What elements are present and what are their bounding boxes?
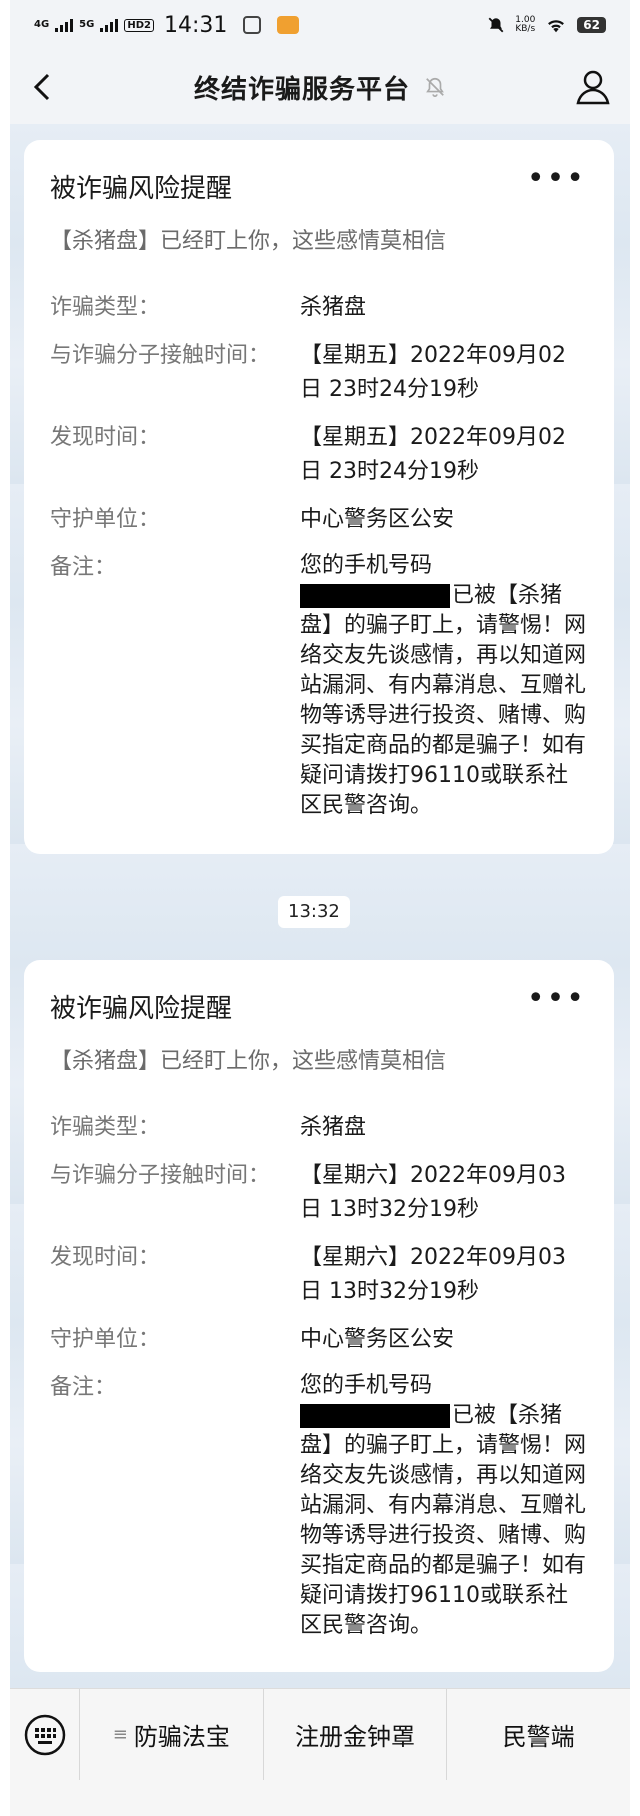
field-value: 中心警务区公安 (300, 507, 455, 532)
field-row-unit: 守护单位： 中心警务区公安 (50, 503, 586, 537)
home-indicator-area (10, 1780, 630, 1816)
field-label: 诈骗类型： (50, 295, 161, 320)
field-row-contact-time: 与诈骗分子接触时间： 【星期五】2022年09月02日 23时24分19秒 (50, 339, 586, 407)
field-value: 中心警务区公安 (300, 1327, 455, 1352)
message-list[interactable]: 被诈骗风险提醒 ••• 【杀猪盘】已经盯上你，这些感情莫相信 诈骗类型： 杀猪盘… (10, 124, 630, 1688)
note-body: 已被【杀猪盘】的骗子盯上，请警惕！网络交友先谈感情，再以知道网站漏洞、有内幕消息… (300, 1403, 587, 1638)
menu-item-label: 防骗法宝 (133, 1723, 230, 1751)
menu-item-anti-fraud-tips[interactable]: ≡ 防骗法宝 (80, 1688, 264, 1781)
hd-badge: HD2 (124, 18, 154, 32)
field-value: 【星期五】2022年09月02日 23时24分19秒 (300, 425, 566, 484)
note-prefix: 您的手机号码 (300, 553, 433, 578)
field-label: 发现时间： (50, 425, 161, 450)
back-icon[interactable] (28, 72, 58, 102)
network-speed: 1.00 KB/s (515, 15, 536, 34)
app-notification-2-icon (277, 16, 300, 34)
menu-item-police-portal[interactable]: 民警端 (447, 1689, 630, 1781)
page-title: 终结诈骗服务平台 (193, 74, 410, 105)
mute-status-icon (488, 17, 504, 33)
app-notification-icon (243, 16, 262, 34)
more-options-icon[interactable]: ••• (527, 984, 586, 1014)
nav-bar: 终结诈骗服务平台 (10, 50, 630, 124)
risk-alert-card[interactable]: 被诈骗风险提醒 ••• 【杀猪盘】已经盯上你，这些感情莫相信 诈骗类型： 杀猪盘… (24, 960, 614, 1672)
keyboard-icon (24, 1714, 65, 1755)
wifi-icon (548, 20, 565, 33)
field-row-note: 备注： 您的手机号码 已被【杀猪盘】的骗子盯上，请警惕！网络交友先谈感情，再以知… (50, 1371, 586, 1641)
field-label: 守护单位： (50, 507, 161, 532)
field-label: 备注： (50, 555, 117, 580)
note-text: 您的手机号码 已被【杀猪盘】的骗子盯上，请警惕！网络交友先谈感情，再以知道网站漏… (300, 1371, 586, 1641)
signal-1-icon (55, 18, 74, 32)
app-frame: 4G 5G HD2 14:31 1.00 KB/s 62 终结诈骗服务平台 被诈骗… (10, 0, 630, 1816)
field-row-found-time: 发现时间： 【星期五】2022年09月02日 23时24分19秒 (50, 421, 586, 489)
card-title: 被诈骗风险提醒 (50, 174, 233, 204)
field-row-type: 诈骗类型： 杀猪盘 (50, 291, 586, 325)
note-prefix: 您的手机号码 (300, 1373, 433, 1398)
field-value: 杀猪盘 (300, 1115, 367, 1140)
redacted-phone-number (300, 1404, 450, 1428)
keyboard-toggle-button[interactable] (10, 1688, 80, 1781)
battery-indicator: 62 (577, 17, 606, 33)
field-row-type: 诈骗类型： 杀猪盘 (50, 1111, 586, 1145)
message-timestamp: 13:32 (278, 896, 350, 928)
clock: 14:31 (163, 12, 228, 38)
field-label: 备注： (50, 1375, 117, 1400)
field-label: 守护单位： (50, 1327, 161, 1352)
menu-item-label: 注册金钟罩 (295, 1723, 415, 1751)
field-label: 与诈骗分子接触时间： (50, 343, 271, 368)
status-right: 1.00 KB/s 62 (487, 16, 606, 34)
card-title: 被诈骗风险提醒 (50, 994, 233, 1024)
status-left: 4G 5G HD2 14:31 (34, 12, 300, 38)
network-2-label: 5G (79, 19, 95, 30)
field-row-found-time: 发现时间： 【星期六】2022年09月03日 13时32分19秒 (50, 1241, 586, 1309)
status-bar: 4G 5G HD2 14:31 1.00 KB/s 62 (10, 0, 630, 50)
card-fields: 诈骗类型： 杀猪盘 与诈骗分子接触时间： 【星期六】2022年09月03日 13… (50, 1111, 586, 1641)
field-row-note: 备注： 您的手机号码 已被【杀猪盘】的骗子盯上，请警惕！网络交友先谈感情，再以知… (50, 551, 586, 821)
note-text: 您的手机号码 已被【杀猪盘】的骗子盯上，请警惕！网络交友先谈感情，再以知道网站漏… (300, 551, 586, 821)
field-label: 与诈骗分子接触时间： (50, 1163, 271, 1188)
card-subtitle: 【杀猪盘】已经盯上你，这些感情莫相信 (50, 229, 447, 254)
card-fields: 诈骗类型： 杀猪盘 与诈骗分子接触时间： 【星期五】2022年09月02日 23… (50, 291, 586, 821)
field-value: 杀猪盘 (300, 295, 367, 320)
field-value: 【星期六】2022年09月03日 13时32分19秒 (300, 1163, 566, 1222)
field-label: 发现时间： (50, 1245, 161, 1270)
field-value: 【星期六】2022年09月03日 13时32分19秒 (300, 1245, 566, 1304)
menu-item-label: 民警端 (502, 1723, 575, 1751)
field-label: 诈骗类型： (50, 1115, 161, 1140)
field-row-unit: 守护单位： 中心警务区公安 (50, 1323, 586, 1357)
risk-alert-card[interactable]: 被诈骗风险提醒 ••• 【杀猪盘】已经盯上你，这些感情莫相信 诈骗类型： 杀猪盘… (24, 140, 614, 854)
card-subtitle: 【杀猪盘】已经盯上你，这些感情莫相信 (50, 1049, 447, 1074)
field-value: 【星期五】2022年09月02日 23时24分19秒 (300, 343, 566, 402)
more-options-icon[interactable]: ••• (527, 164, 586, 194)
menu-list-icon: ≡ (112, 1724, 128, 1745)
field-row-contact-time: 与诈骗分子接触时间： 【星期六】2022年09月03日 13时32分19秒 (50, 1159, 586, 1227)
bottom-menu: ≡ 防骗法宝 注册金钟罩 民警端 (10, 1688, 630, 1781)
bell-off-icon[interactable] (424, 76, 446, 98)
redacted-phone-number (300, 584, 450, 608)
note-body: 已被【杀猪盘】的骗子盯上，请警惕！网络交友先谈感情，再以知道网站漏洞、有内幕消息… (300, 583, 587, 818)
network-1-label: 4G (34, 19, 50, 30)
signal-2-icon (100, 18, 119, 32)
user-icon[interactable] (574, 68, 612, 106)
menu-item-register-shield[interactable]: 注册金钟罩 (264, 1688, 448, 1781)
